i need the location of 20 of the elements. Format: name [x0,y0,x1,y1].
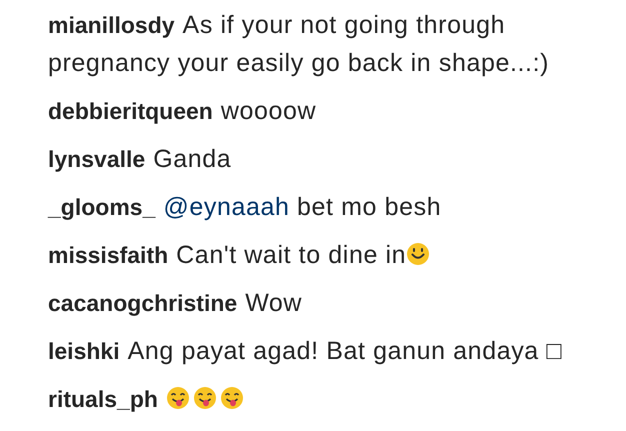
comment: debbieritqueen woooow [48,96,318,127]
comment: missisfaith Can't wait to dine in [48,236,578,274]
username-link[interactable]: missisfaith [48,242,168,268]
tongue-face-icon [166,386,190,410]
tongue-face-icon [220,386,244,410]
comment: cacanogchristine Wow [48,288,304,319]
comment: leishki Ang payat agad! Bat ganun andaya □ [48,336,564,367]
comment: mianillosdy As if your not going through pregnancy your easily go back in shape...:) [48,10,550,79]
username-link[interactable]: leishki [48,338,120,364]
username-link[interactable]: lynsvalle [48,146,146,172]
username-link[interactable]: rituals_ph [48,386,158,412]
username-link[interactable]: cacanogchristine [48,290,238,316]
username-link[interactable]: debbieritqueen [48,98,213,124]
smiling-face-icon [406,242,430,266]
mention-link[interactable]: @eynaaah [163,193,290,221]
username-link[interactable]: _glooms_ [48,194,156,220]
comment: lynsvalle Ganda [48,144,232,175]
comment: _glooms_ @eynaaah bet mo besh [48,192,442,223]
tongue-face-icon [192,386,217,410]
username-link[interactable]: mianillosdy [48,12,175,38]
